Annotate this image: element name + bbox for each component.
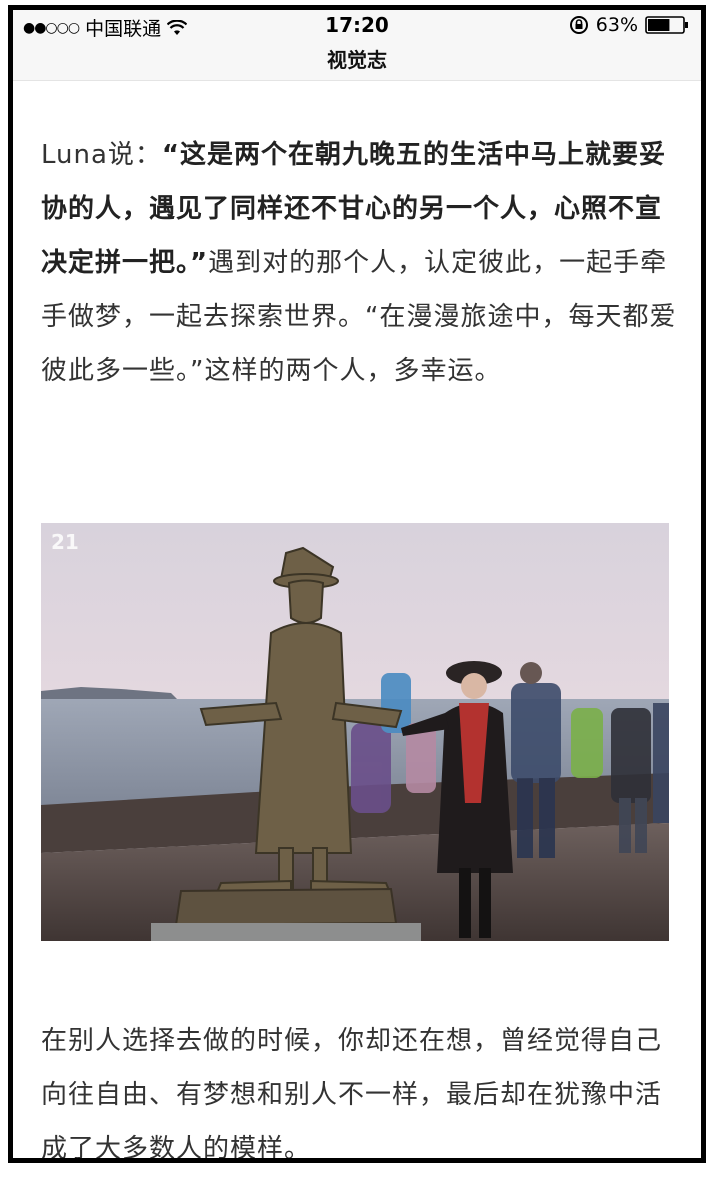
page-title: 视觉志 xyxy=(327,48,387,72)
article-paragraph-1: Luna说：“这是两个在朝九晚五的生活中马上就要妥协的人，遇见了同样还不甘心的另… xyxy=(41,128,677,398)
article-paragraph-2: 在别人选择去做的时候，你却还在想，曾经觉得自己向往自由、有梦想和别人不一样，最后… xyxy=(41,1026,663,1163)
article-photo[interactable]: 21 xyxy=(41,523,669,941)
battery-percent: 63% xyxy=(595,14,638,36)
statue-photo-illustration: 21 xyxy=(41,523,669,941)
article-body: Luna说：“这是两个在朝九晚五的生活中马上就要妥协的人，遇见了同样还不甘心的另… xyxy=(41,128,677,398)
quote-speaker: Luna说： xyxy=(41,140,162,170)
photo-watermark: 21 xyxy=(51,530,79,554)
nav-bar: 视觉志 xyxy=(13,40,701,81)
battery-icon xyxy=(645,15,689,35)
phone-frame: ●●○○○ 中国联通 17:20 63% 视觉志 Luna说：“这是两个在朝九晚… xyxy=(8,5,706,1163)
status-right: 63% xyxy=(569,14,689,36)
status-bar: ●●○○○ 中国联通 17:20 63% xyxy=(13,10,701,40)
rotation-lock-icon xyxy=(569,15,589,35)
